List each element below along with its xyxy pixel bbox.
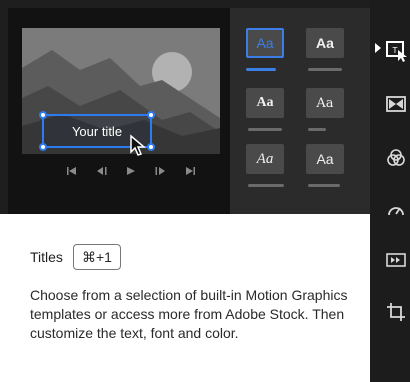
resize-handle-top-right[interactable] bbox=[147, 111, 155, 119]
template-underline-6 bbox=[308, 184, 340, 187]
tooltip-description: Choose from a selection of built-in Moti… bbox=[30, 287, 348, 341]
template-underline-2 bbox=[308, 68, 342, 71]
effects-tool-icon[interactable] bbox=[386, 148, 406, 168]
video-preview: Your title bbox=[8, 8, 230, 214]
tooltip-media-area: Your title Aa Aa Aa Aa Aa Aa bbox=[0, 0, 370, 214]
crop-tool-icon[interactable] bbox=[386, 302, 406, 322]
titles-tool-icon[interactable]: T bbox=[386, 40, 407, 62]
template-underline-5 bbox=[248, 184, 284, 187]
step-forward-icon[interactable] bbox=[154, 163, 166, 181]
play-icon[interactable] bbox=[126, 163, 136, 181]
go-to-end-icon[interactable] bbox=[184, 163, 196, 181]
template-tile-3[interactable]: Aa bbox=[246, 88, 284, 118]
template-tile-1[interactable]: Aa bbox=[246, 28, 284, 58]
template-underline-4 bbox=[308, 128, 326, 131]
svg-text:T: T bbox=[392, 46, 398, 55]
resize-handle-bottom-left[interactable] bbox=[39, 143, 47, 151]
tool-rail: T bbox=[370, 0, 410, 382]
template-label: Aa bbox=[316, 35, 334, 51]
template-label: Aa bbox=[316, 151, 334, 167]
template-label: Aa bbox=[256, 95, 274, 110]
mouse-pointer-icon bbox=[130, 134, 147, 156]
template-label: Aa bbox=[256, 150, 274, 167]
tooltip-heading: Titles ⌘+1 bbox=[30, 244, 121, 270]
template-label: Aa bbox=[256, 35, 274, 51]
active-tool-arrow-icon bbox=[375, 43, 381, 53]
step-back-icon[interactable] bbox=[96, 163, 108, 181]
template-tile-6[interactable]: Aa bbox=[306, 144, 344, 174]
resize-handle-top-left[interactable] bbox=[39, 111, 47, 119]
template-tile-4[interactable]: Aa bbox=[306, 88, 344, 118]
speed-tool-icon[interactable] bbox=[386, 200, 406, 220]
resize-handle-bottom-right[interactable] bbox=[147, 143, 155, 151]
transitions-tool-icon[interactable] bbox=[386, 94, 406, 114]
template-underline-3 bbox=[248, 128, 282, 131]
template-tile-2[interactable]: Aa bbox=[306, 28, 344, 58]
playback-controls bbox=[66, 164, 196, 180]
template-label: Aa bbox=[316, 95, 334, 111]
tooltip-title: Titles bbox=[30, 249, 63, 265]
title-text: Your title bbox=[71, 123, 123, 139]
template-underline-1 bbox=[246, 68, 276, 71]
keyboard-shortcut-badge: ⌘+1 bbox=[72, 244, 121, 270]
titles-tooltip-panel: Your title Aa Aa Aa Aa Aa Aa Titles ⌘+1 … bbox=[0, 0, 370, 382]
template-tile-5[interactable]: Aa bbox=[246, 144, 284, 174]
audio-tool-icon[interactable] bbox=[386, 250, 406, 270]
title-templates-grid: Aa Aa Aa Aa Aa Aa bbox=[230, 8, 370, 214]
go-to-start-icon[interactable] bbox=[66, 163, 78, 181]
